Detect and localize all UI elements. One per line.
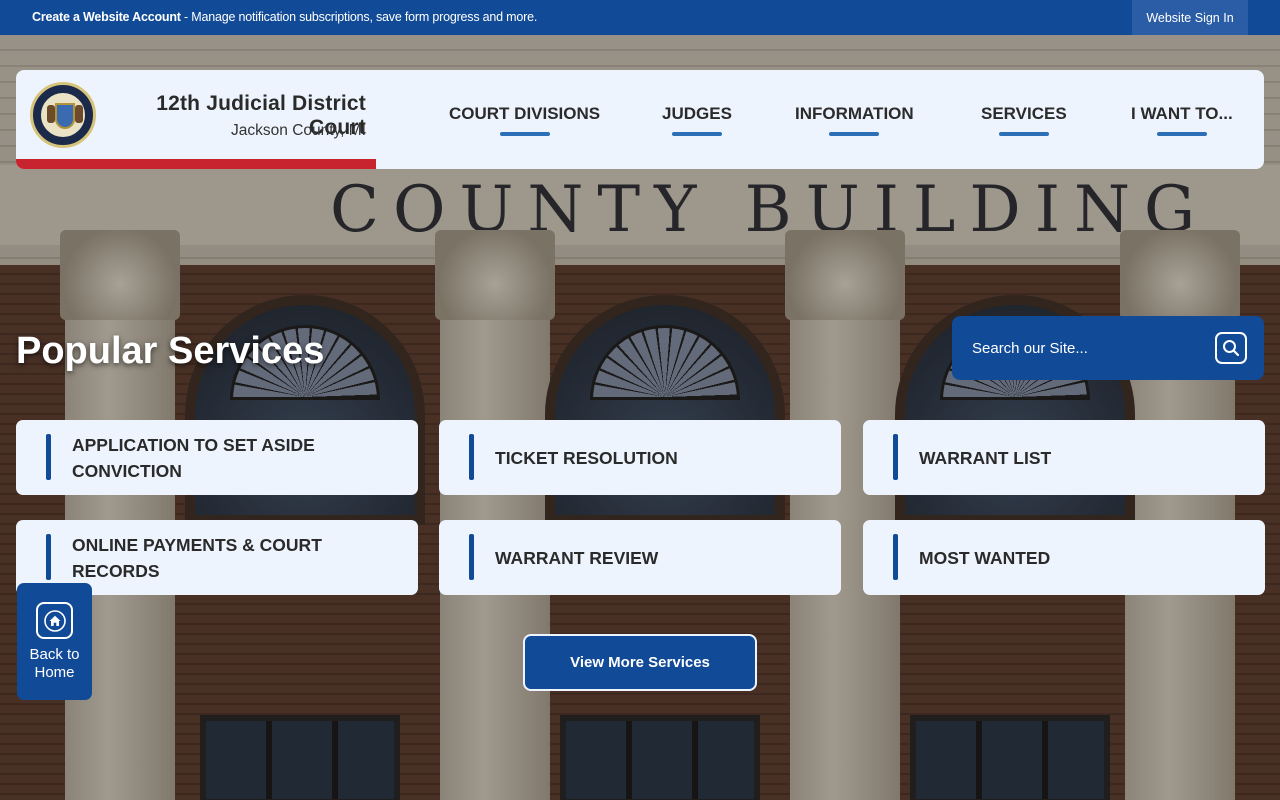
back-to-home-label: Back to Home [29,646,80,681]
tile-label: APPLICATION TO SET ASIDE CONVICTION [72,434,315,481]
nav-services[interactable]: SERVICES [981,104,1067,144]
view-more-services-button[interactable]: View More Services [523,634,757,691]
account-notice-text: - Manage notification subscriptions, sav… [180,10,538,24]
website-sign-in-button[interactable]: Website Sign In [1132,0,1248,35]
home-icon [43,609,66,632]
court-location: Jackson County, MI [231,122,366,139]
section-title: Popular Services [16,330,325,372]
tile-accent-bar [469,434,474,480]
nav-label: I WANT TO... [1131,104,1233,123]
tile-accent-bar [46,434,51,480]
nav-i-want-to[interactable]: I WANT TO... [1131,104,1233,144]
tile-accent-bar [46,534,51,580]
nav-underline [499,132,550,136]
nav-underline [671,132,722,136]
tile-accent-bar [893,534,898,580]
seal-moose [75,105,83,123]
nav-judges[interactable]: JUDGES [662,104,732,144]
nav-label: COURT DIVISIONS [449,104,601,123]
nav-underline [1156,132,1207,136]
search-icon [1223,340,1240,357]
service-tile-ticket-resolution[interactable]: TICKET RESOLUTION [439,420,841,495]
top-notification-bar: Create a Website Account - Manage notifi… [0,0,1280,35]
seal-inner [39,91,87,139]
create-account-link[interactable]: Create a Website Account [32,10,181,24]
nav-label: INFORMATION [795,104,914,123]
nav-label: JUDGES [662,104,732,123]
service-tile-warrant-review[interactable]: WARRANT REVIEW [439,520,841,595]
tile-label: WARRANT LIST [919,447,1052,468]
nav-label: SERVICES [981,104,1067,123]
court-seal-logo[interactable] [30,82,96,148]
tile-label: TICKET RESOLUTION [495,447,678,468]
seal-shield [55,103,75,129]
service-tile-set-aside[interactable]: APPLICATION TO SET ASIDE CONVICTION [16,420,418,495]
nav-information[interactable]: INFORMATION [795,104,914,144]
seal-elk [47,105,55,123]
search-input[interactable] [972,334,1192,362]
tile-label: WARRANT REVIEW [495,547,659,568]
nav-court-divisions[interactable]: COURT DIVISIONS [449,104,600,144]
back-to-home-button[interactable]: Back to Home [17,583,92,700]
site-header: 12th Judicial District Court Jackson Cou… [16,70,1264,169]
tile-accent-bar [893,434,898,480]
nav-underline [829,132,880,136]
service-tile-most-wanted[interactable]: MOST WANTED [863,520,1265,595]
site-search [952,316,1264,380]
tile-label: ONLINE PAYMENTS & COURT RECORDS [72,534,322,581]
header-accent-bar [16,159,376,169]
account-notice: Create a Website Account - Manage notifi… [32,10,537,24]
nav-underline [998,132,1049,136]
service-tile-warrant-list[interactable]: WARRANT LIST [863,420,1265,495]
tile-label: MOST WANTED [919,547,1051,568]
home-icon-frame [36,602,73,639]
tile-accent-bar [469,534,474,580]
search-button[interactable] [1215,332,1247,364]
